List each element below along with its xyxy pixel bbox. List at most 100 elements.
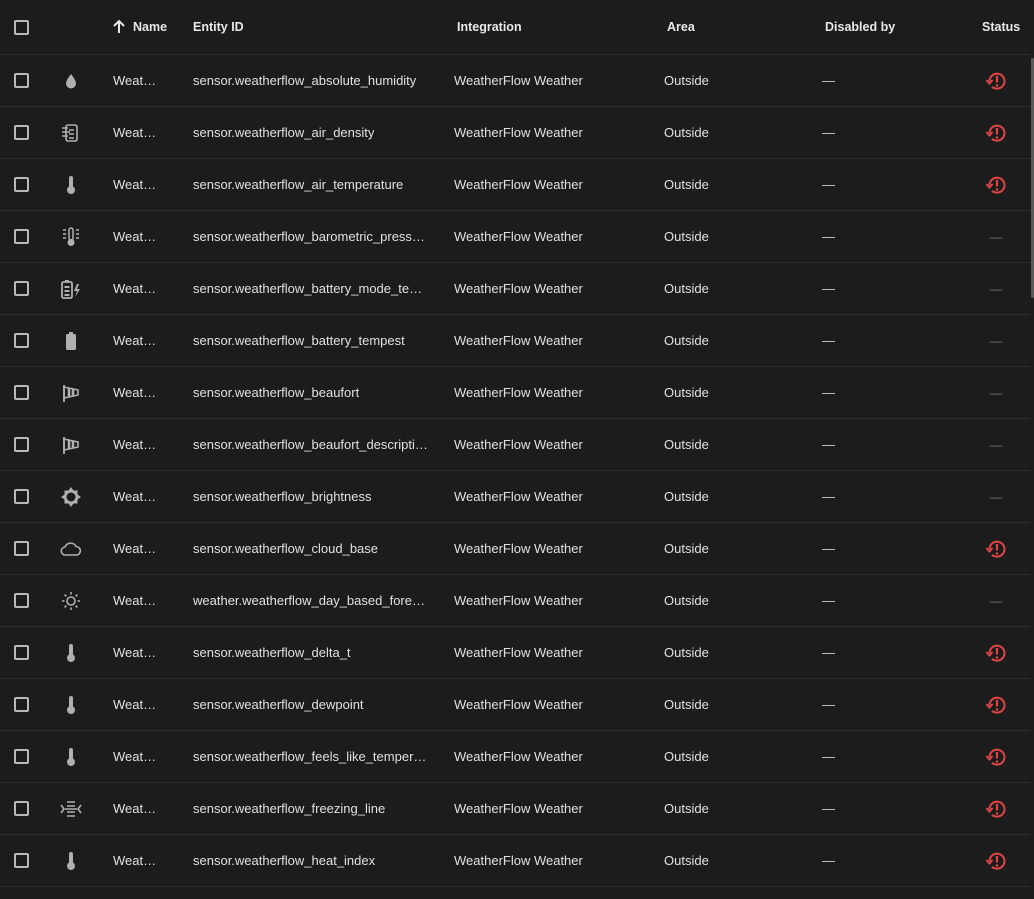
row-checkbox-cell[interactable]	[14, 367, 34, 418]
row-checkbox[interactable]	[14, 73, 29, 88]
entity-integration: WeatherFlow Weather	[454, 679, 604, 730]
entity-disabled-by: —	[822, 575, 842, 626]
table-row[interactable]: Weath… sensor.weatherflow_absolute_humid…	[0, 55, 1030, 107]
row-checkbox[interactable]	[14, 749, 29, 764]
entity-status: —	[978, 575, 1014, 626]
row-checkbox-cell[interactable]	[14, 783, 34, 834]
entity-integration: WeatherFlow Weather	[454, 107, 604, 158]
row-checkbox[interactable]	[14, 645, 29, 660]
entity-integration: WeatherFlow Weather	[454, 315, 604, 366]
row-checkbox[interactable]	[14, 437, 29, 452]
status-empty: —	[990, 593, 1002, 608]
status-empty: —	[990, 489, 1002, 504]
table-row[interactable]: Weath… sensor.weatherflow_cloud_base Wea…	[0, 523, 1030, 575]
row-checkbox[interactable]	[14, 177, 29, 192]
row-checkbox[interactable]	[14, 125, 29, 140]
column-header-integration[interactable]: Integration	[457, 0, 607, 54]
entity-integration-text: WeatherFlow Weather	[454, 801, 583, 816]
entity-status	[978, 731, 1014, 782]
restore-alert-icon[interactable]	[984, 641, 1008, 665]
entity-integration: WeatherFlow Weather	[454, 783, 604, 834]
row-checkbox[interactable]	[14, 853, 29, 868]
entity-id-text: sensor.weatherflow_beaufort	[193, 385, 360, 400]
row-checkbox-cell[interactable]	[14, 211, 34, 262]
entity-icon-cell	[58, 679, 84, 730]
select-all-checkbox[interactable]	[14, 19, 29, 35]
entity-disabled-by-text: —	[822, 125, 835, 140]
entity-area-text: Outside	[664, 541, 709, 556]
table-row[interactable]: Weath… sensor.weatherflow_dewpoint Weath…	[0, 679, 1030, 731]
row-checkbox-cell[interactable]	[14, 731, 34, 782]
table-row[interactable]: Weath… sensor.weatherflow_air_temperatur…	[0, 159, 1030, 211]
row-checkbox[interactable]	[14, 593, 29, 608]
table-row[interactable]: Weath… sensor.weatherflow_battery_mode_t…	[0, 263, 1030, 315]
restore-alert-icon[interactable]	[984, 797, 1008, 821]
row-checkbox-cell[interactable]	[14, 159, 34, 210]
row-checkbox[interactable]	[14, 333, 29, 348]
entity-name: Weath…	[113, 55, 163, 106]
entity-area: Outside	[664, 159, 754, 210]
row-checkbox[interactable]	[14, 281, 29, 296]
row-checkbox-cell[interactable]	[14, 575, 34, 626]
table-row[interactable]: Weath… sensor.weatherflow_air_density We…	[0, 107, 1030, 159]
entity-area-text: Outside	[664, 281, 709, 296]
row-checkbox-cell[interactable]	[14, 55, 34, 106]
row-checkbox-cell[interactable]	[14, 263, 34, 314]
table-row[interactable]: Weath… sensor.weatherflow_freezing_line …	[0, 783, 1030, 835]
row-checkbox[interactable]	[14, 229, 29, 244]
row-checkbox[interactable]	[14, 697, 29, 712]
entity-id: sensor.weatherflow_heat_index	[193, 835, 428, 886]
restore-alert-icon[interactable]	[984, 121, 1008, 145]
status-empty: —	[990, 437, 1002, 452]
entity-icon-cell	[58, 263, 84, 314]
table-row[interactable]: Weath… sensor.weatherflow_feels_like_tem…	[0, 731, 1030, 783]
entity-disabled-by: —	[822, 419, 842, 470]
entity-area: Outside	[664, 783, 754, 834]
entity-area: Outside	[664, 315, 754, 366]
entity-disabled-by: —	[822, 783, 842, 834]
entity-disabled-by: —	[822, 471, 842, 522]
entity-name: Weath…	[113, 731, 163, 782]
table-row[interactable]: Weath… sensor.weatherflow_delta_t Weathe…	[0, 627, 1030, 679]
entity-id: weather.weatherflow_day_based_forec…	[193, 575, 428, 626]
column-header-status[interactable]: Status	[982, 0, 1022, 54]
row-checkbox[interactable]	[14, 541, 29, 556]
restore-alert-icon[interactable]	[984, 849, 1008, 873]
row-checkbox-cell[interactable]	[14, 471, 34, 522]
restore-alert-icon[interactable]	[984, 693, 1008, 717]
table-row[interactable]: Weath… weather.weatherflow_day_based_for…	[0, 575, 1030, 627]
restore-alert-icon[interactable]	[984, 745, 1008, 769]
row-checkbox-cell[interactable]	[14, 315, 34, 366]
entity-name: Weath…	[113, 523, 163, 574]
table-row[interactable]: Weath… sensor.weatherflow_beaufort_descr…	[0, 419, 1030, 471]
row-checkbox-cell[interactable]	[14, 627, 34, 678]
table-row[interactable]: Weath… sensor.weatherflow_brightness Wea…	[0, 471, 1030, 523]
row-checkbox[interactable]	[14, 489, 29, 504]
row-checkbox[interactable]	[14, 801, 29, 816]
row-checkbox-cell[interactable]	[14, 523, 34, 574]
column-header-disabled-by[interactable]: Disabled by	[825, 0, 905, 54]
entity-icon-cell	[58, 731, 84, 782]
row-checkbox-cell[interactable]	[14, 107, 34, 158]
row-checkbox[interactable]	[14, 385, 29, 400]
entity-integration-text: WeatherFlow Weather	[454, 541, 583, 556]
restore-alert-icon[interactable]	[984, 173, 1008, 197]
column-header-entity-id[interactable]: Entity ID	[193, 0, 428, 54]
column-header-name[interactable]: Name	[111, 0, 181, 54]
entity-name: Weath…	[113, 575, 163, 626]
entity-area-text: Outside	[664, 801, 709, 816]
entity-integration: WeatherFlow Weather	[454, 55, 604, 106]
table-row[interactable]: Weath… sensor.weatherflow_beaufort Weath…	[0, 367, 1030, 419]
restore-alert-icon[interactable]	[984, 69, 1008, 93]
table-row[interactable]: Weath… sensor.weatherflow_heat_index Wea…	[0, 835, 1030, 887]
table-row[interactable]: Weath… sensor.weatherflow_battery_tempes…	[0, 315, 1030, 367]
row-checkbox-cell[interactable]	[14, 835, 34, 886]
select-all-checkbox-cell[interactable]	[14, 0, 34, 54]
windsock-icon	[60, 382, 82, 404]
table-row[interactable]: Weath… sensor.weatherflow_barometric_pre…	[0, 211, 1030, 263]
restore-alert-icon[interactable]	[984, 537, 1008, 561]
entity-id-text: sensor.weatherflow_battery_mode_tem…	[193, 281, 428, 296]
column-header-area[interactable]: Area	[667, 0, 757, 54]
row-checkbox-cell[interactable]	[14, 419, 34, 470]
row-checkbox-cell[interactable]	[14, 679, 34, 730]
